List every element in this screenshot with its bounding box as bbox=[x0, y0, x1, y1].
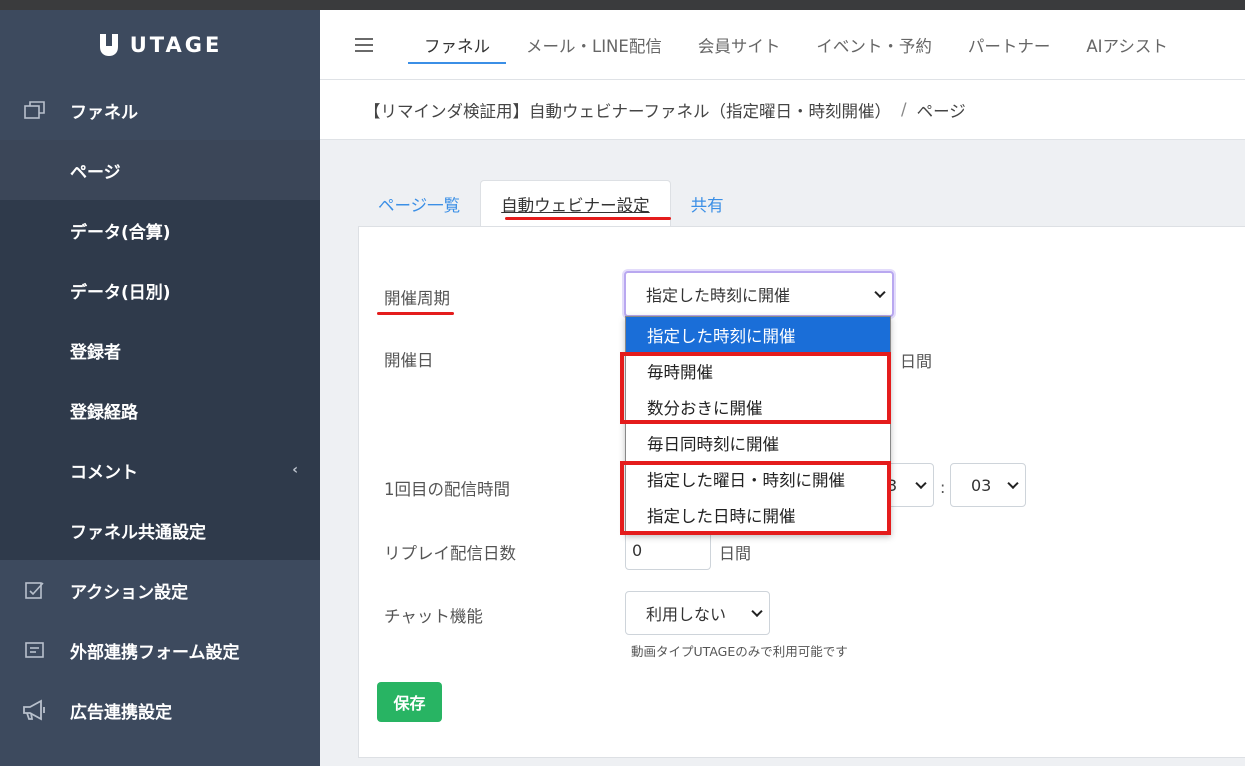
date-unit: 日間 bbox=[900, 352, 933, 371]
chevron-down-icon bbox=[751, 605, 763, 618]
breadcrumb-separator: / bbox=[901, 100, 907, 119]
sidebar-item-label: アクション設定 bbox=[70, 582, 189, 603]
sidebar-item-label: 登録経路 bbox=[70, 402, 138, 423]
sidebar-item-label: 外部連携フォーム設定 bbox=[70, 642, 240, 663]
minute-select-value: 03 bbox=[971, 475, 992, 495]
sidebar-submenu: ページ データ(合算) データ(日別) 登録者 登録経路 コメント ‹ ファネル共… bbox=[0, 140, 320, 560]
top-navigation: ファネル メール・LINE配信 会員サイト イベント・予約 パートナー AIアシ… bbox=[320, 10, 1245, 80]
nav-tab-member-site[interactable]: 会員サイト bbox=[682, 10, 797, 80]
sidebar-subitem-comments[interactable]: コメント ‹ bbox=[0, 440, 320, 500]
chevron-down-icon bbox=[1007, 477, 1019, 490]
sidebar-subitem-data-total[interactable]: データ(合算) bbox=[0, 200, 320, 260]
nav-tab-funnel[interactable]: ファネル bbox=[408, 10, 506, 80]
breadcrumb-funnel-link[interactable]: 【リマインダ検証用】自動ウェビナーファネル（指定曜日・時刻開催） bbox=[364, 98, 891, 122]
dropdown-option[interactable]: 指定した時刻に開催 bbox=[626, 317, 890, 353]
nav-tab-mail-line[interactable]: メール・LINE配信 bbox=[510, 10, 678, 80]
annotation-box-top bbox=[620, 352, 891, 424]
sidebar-item-funnel[interactable]: ファネル bbox=[0, 80, 320, 140]
save-button[interactable]: 保存 bbox=[377, 682, 442, 722]
sidebar-item-label: データ(日別) bbox=[70, 282, 171, 303]
nav-tab-ai-assist[interactable]: AIアシスト bbox=[1070, 10, 1184, 80]
sidebar-subitem-data-daily[interactable]: データ(日別) bbox=[0, 260, 320, 320]
sidebar-item-label: ファネル共通設定 bbox=[70, 522, 206, 543]
chevron-down-icon bbox=[915, 477, 927, 490]
chevron-left-icon: ‹ bbox=[292, 462, 298, 478]
logo[interactable]: UTAGE bbox=[0, 10, 320, 80]
hamburger-menu-icon[interactable] bbox=[320, 37, 408, 53]
checkbox-edit-icon bbox=[0, 580, 70, 600]
cycle-select-value: 指定した時刻に開催 bbox=[646, 286, 791, 305]
annotation-underline-tab bbox=[505, 217, 671, 220]
sidebar-item-label: データ(合算) bbox=[70, 222, 171, 243]
nav-tab-partner[interactable]: パートナー bbox=[952, 10, 1067, 80]
sidebar-item-label: 広告連携設定 bbox=[70, 702, 172, 723]
utage-logo-icon bbox=[99, 32, 118, 56]
chat-select-value: 利用しない bbox=[646, 605, 727, 624]
sidebar-subitem-funnel-common[interactable]: ファネル共通設定 bbox=[0, 500, 320, 560]
annotation-underline-cycle bbox=[377, 312, 454, 315]
dropdown-option[interactable]: 毎日同時刻に開催 bbox=[626, 425, 890, 461]
sidebar-item-label: ファネル bbox=[70, 102, 138, 123]
sidebar-item-external-form[interactable]: 外部連携フォーム設定 bbox=[0, 620, 320, 680]
megaphone-icon bbox=[0, 699, 70, 721]
first-time-label: 1回目の配信時間 bbox=[384, 480, 510, 499]
minute-select[interactable]: 03 bbox=[950, 463, 1026, 507]
sidebar-item-label: コメント bbox=[70, 462, 138, 483]
chat-select[interactable]: 利用しない bbox=[625, 591, 770, 635]
time-separator: : bbox=[940, 478, 946, 497]
sidebar-item-action[interactable]: アクション設定 bbox=[0, 560, 320, 620]
tab-page-list[interactable]: ページ一覧 bbox=[358, 180, 480, 227]
replay-unit: 日間 bbox=[719, 544, 752, 563]
sidebar: UTAGE ファネル ページ データ(合算) データ(日別) 登録者 登録経路 … bbox=[0, 10, 320, 766]
sidebar-subitem-registration-route[interactable]: 登録経路 bbox=[0, 380, 320, 440]
sidebar-subitem-page[interactable]: ページ bbox=[0, 140, 320, 200]
nav-tab-event[interactable]: イベント・予約 bbox=[800, 10, 948, 80]
replay-days-input[interactable]: 0 bbox=[625, 530, 711, 570]
chat-hint: 動画タイプUTAGEのみで利用可能です bbox=[631, 644, 848, 659]
breadcrumb-current: ページ bbox=[916, 101, 966, 121]
replay-label: リプレイ配信日数 bbox=[384, 544, 516, 563]
breadcrumb: 【リマインダ検証用】自動ウェビナーファネル（指定曜日・時刻開催） / ページ bbox=[320, 80, 1245, 140]
chevron-down-icon bbox=[874, 286, 886, 299]
tab-share[interactable]: 共有 bbox=[671, 180, 744, 227]
cycle-select[interactable]: 指定した時刻に開催 bbox=[624, 271, 894, 317]
window-stack-icon bbox=[0, 100, 70, 120]
annotation-box-bottom bbox=[620, 461, 891, 535]
sidebar-item-label: ページ bbox=[70, 162, 121, 183]
date-label: 開催日 bbox=[384, 351, 434, 370]
chat-label: チャット機能 bbox=[384, 607, 483, 626]
form-icon bbox=[0, 640, 70, 660]
app-name: UTAGE bbox=[129, 33, 223, 57]
sidebar-item-ad[interactable]: 広告連携設定 bbox=[0, 680, 320, 740]
sidebar-subitem-registrants[interactable]: 登録者 bbox=[0, 320, 320, 380]
sidebar-item-label: 登録者 bbox=[70, 342, 121, 363]
cycle-label: 開催周期 bbox=[384, 289, 450, 308]
window-top-strip bbox=[0, 0, 1245, 10]
